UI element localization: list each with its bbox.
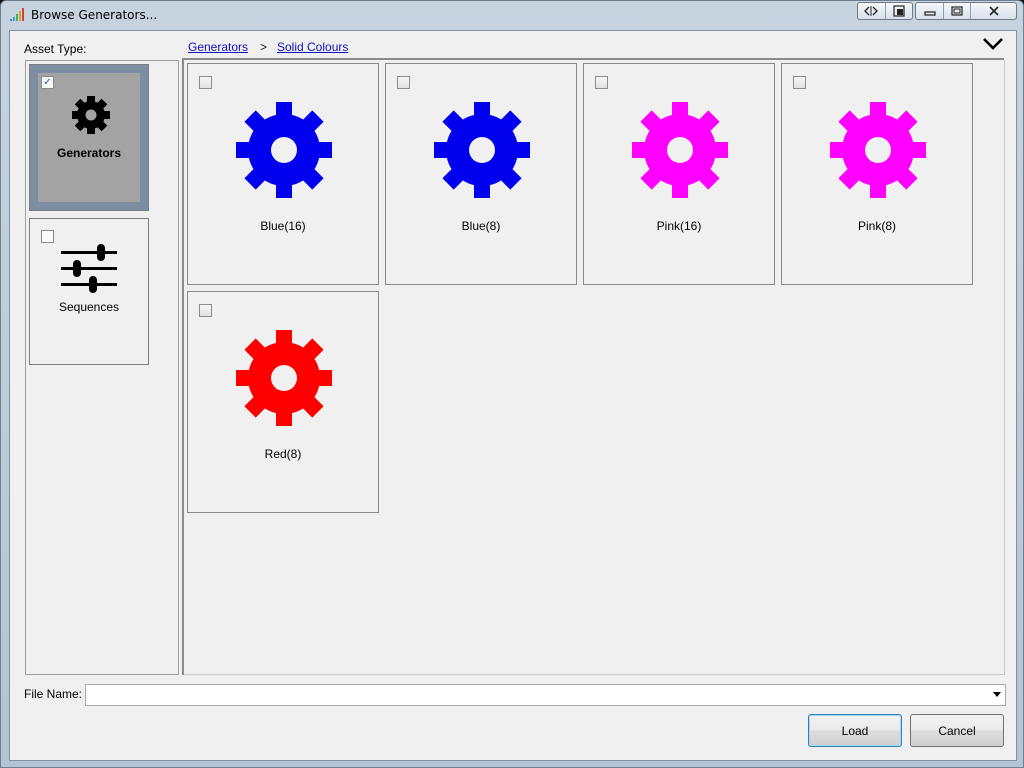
window-controls: [915, 2, 1017, 20]
maximize-button[interactable]: [944, 3, 971, 19]
window-pin-icon: [893, 5, 905, 17]
close-button[interactable]: [971, 3, 1016, 19]
generator-tile[interactable]: Pink(16): [583, 63, 775, 285]
asset-type-sidebar: ✓ Generators Sequences: [25, 60, 179, 675]
tile-name: Blue(8): [461, 219, 501, 233]
split-arrows-icon: [864, 6, 879, 16]
gear-icon: [236, 330, 332, 426]
sidebar-sequences-checkbox[interactable]: [41, 230, 54, 243]
close-icon: [988, 6, 999, 16]
sidebar-item-label: Generators: [56, 146, 122, 160]
gear-icon: [434, 102, 530, 198]
breadcrumb-separator: >: [260, 40, 268, 54]
title-extra-buttons: [857, 2, 913, 20]
generator-grid: Blue(16) Blue(8) Pink(16) Pink(8) Red(8): [184, 60, 1005, 675]
title-bar[interactable]: Browse Generators...: [1, 1, 1023, 29]
gear-icon: [632, 102, 728, 198]
generator-tile[interactable]: Pink(8): [781, 63, 973, 285]
browse-generators-window: Browse Generators... Asset Type: Generat…: [0, 0, 1024, 768]
sidebar-item-label: Sequences: [58, 300, 120, 314]
sidebar-item-generators[interactable]: ✓ Generators: [29, 64, 149, 211]
sliders-icon: [61, 244, 117, 293]
tile-checkbox[interactable]: [199, 304, 212, 317]
pin-window-button[interactable]: [886, 3, 913, 19]
gear-icon: [236, 102, 332, 198]
generator-tile[interactable]: Blue(8): [385, 63, 577, 285]
chevron-down-icon[interactable]: [982, 37, 1004, 51]
asset-type-label: Asset Type:: [24, 42, 87, 56]
app-bars-icon: [10, 8, 24, 21]
maximize-icon: [951, 6, 963, 16]
file-name-input[interactable]: [86, 685, 976, 705]
gear-icon: [830, 102, 926, 198]
breadcrumb-generators[interactable]: Generators: [188, 40, 248, 54]
gear-icon: [72, 96, 110, 134]
tile-name: Blue(16): [260, 219, 306, 233]
dock-toggle-button[interactable]: [858, 3, 886, 19]
tile-checkbox[interactable]: [397, 76, 410, 89]
file-name-label: File Name:: [24, 687, 83, 701]
dialog-body: Asset Type: Generators > Solid Colours ✓: [9, 30, 1017, 761]
minimize-button[interactable]: [916, 3, 944, 19]
tile-checkbox[interactable]: [595, 76, 608, 89]
breadcrumb-solid-colours[interactable]: Solid Colours: [277, 40, 348, 54]
tile-checkbox[interactable]: [199, 76, 212, 89]
cancel-button[interactable]: Cancel: [910, 714, 1004, 747]
window-title: Browse Generators...: [31, 8, 158, 22]
tile-name: Pink(16): [656, 219, 702, 233]
tile-name: Red(8): [264, 447, 302, 461]
tile-name: Pink(8): [857, 219, 896, 233]
minimize-icon: [923, 11, 936, 16]
dropdown-arrow-icon[interactable]: [993, 692, 1001, 698]
load-button[interactable]: Load: [808, 714, 902, 747]
sidebar-item-sequences[interactable]: Sequences: [29, 218, 149, 365]
tile-checkbox[interactable]: [793, 76, 806, 89]
generator-tile[interactable]: Blue(16): [187, 63, 379, 285]
file-name-combobox[interactable]: [85, 684, 1006, 706]
sidebar-generators-checkbox[interactable]: ✓: [41, 76, 54, 89]
generator-tile[interactable]: Red(8): [187, 291, 379, 513]
